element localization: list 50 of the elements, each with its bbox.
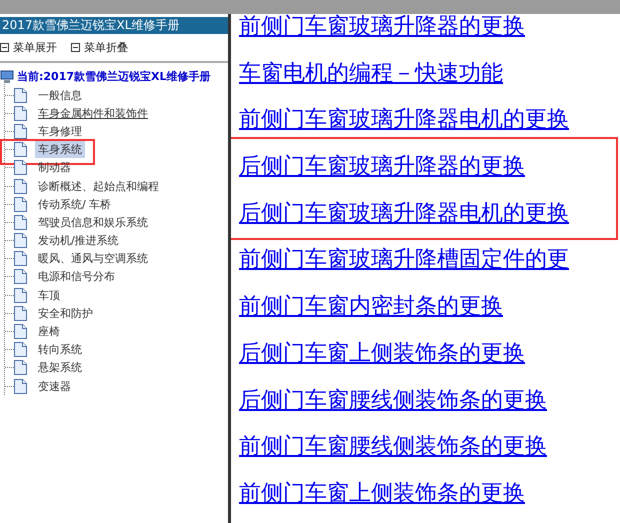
page-icon	[14, 269, 27, 284]
page-icon	[14, 88, 27, 103]
tree-item[interactable]: 诊断概述、起始点和编程	[35, 178, 162, 195]
procedure-link[interactable]: 前侧门车窗内密封条的更换	[239, 284, 620, 331]
procedure-link[interactable]: 前侧门车窗玻璃升降器的更换	[239, 14, 620, 51]
manual-title: 2017款雪佛兰迈锐宝XL维修手册	[0, 17, 228, 34]
tree-item[interactable]: 车身系统	[35, 141, 85, 158]
page-icon	[14, 214, 27, 230]
page-icon	[14, 288, 27, 303]
page-icon	[14, 160, 27, 176]
tree-item[interactable]: 变速器	[35, 378, 74, 395]
page-icon	[14, 251, 27, 266]
tree-item[interactable]: 暖风、通风与空调系统	[35, 250, 151, 268]
tree-item[interactable]: 悬架系统	[35, 359, 85, 376]
page-icon	[14, 178, 27, 194]
tree-item[interactable]: 驾驶员信息和娱乐系统	[35, 214, 151, 231]
procedure-link[interactable]: 前侧门车窗玻璃升降槽固定件的更	[239, 237, 620, 284]
tree-item[interactable]: 发动机/推进系统	[35, 232, 122, 250]
tree-item[interactable]: 电源和信号分布	[35, 268, 118, 286]
page-icon	[14, 324, 27, 340]
page-icon	[14, 142, 27, 158]
procedure-link[interactable]: 后侧门车窗上侧装饰条的更换	[239, 330, 620, 378]
procedure-link[interactable]: 车窗电机的编程－快速功能	[239, 50, 620, 98]
procedure-link[interactable]: 后侧门车窗玻璃升降器的更换	[239, 144, 620, 191]
menu-toggle[interactable]: 菜单展开	[0, 40, 57, 55]
tree-item[interactable]: 制动器	[35, 159, 74, 176]
computer-icon	[0, 70, 14, 84]
page-icon	[14, 196, 27, 212]
menu-toggle[interactable]: 菜单折叠	[71, 40, 128, 55]
procedure-link[interactable]: 前侧门车窗玻璃升降器电机的更换	[239, 97, 620, 144]
tree-item[interactable]: 一般信息	[35, 86, 85, 104]
tree-root[interactable]: 当前:2017款雪佛兰迈锐宝XL维修手册	[17, 69, 211, 84]
page-icon	[14, 360, 27, 376]
tree-item[interactable]: 座椅	[35, 323, 63, 340]
tree-item[interactable]: 传动系统/ 车桥	[35, 196, 114, 213]
page-icon	[14, 306, 27, 321]
page-icon	[14, 233, 27, 248]
tree-item[interactable]: 车身修理	[35, 122, 85, 140]
tree-item[interactable]: 车身金属构件和装饰件	[35, 104, 151, 122]
procedure-link[interactable]: 后侧门车窗玻璃升降器电机的更换	[239, 190, 620, 238]
page-icon	[14, 106, 27, 121]
tree-item[interactable]: 车顶	[35, 286, 63, 304]
tree-item[interactable]: 安全和防护	[35, 304, 96, 322]
procedure-link[interactable]: 前侧门车窗上侧装饰条的更换	[239, 470, 620, 518]
procedure-link[interactable]: 前侧门车窗腰线侧装饰条的更换	[239, 424, 620, 471]
procedure-link[interactable]: 后侧门车窗腰线侧装饰条的更换	[239, 378, 620, 424]
page-icon	[14, 342, 27, 358]
tree-item[interactable]: 转向系统	[35, 341, 85, 358]
page-icon	[14, 124, 27, 139]
page-icon	[14, 378, 27, 394]
